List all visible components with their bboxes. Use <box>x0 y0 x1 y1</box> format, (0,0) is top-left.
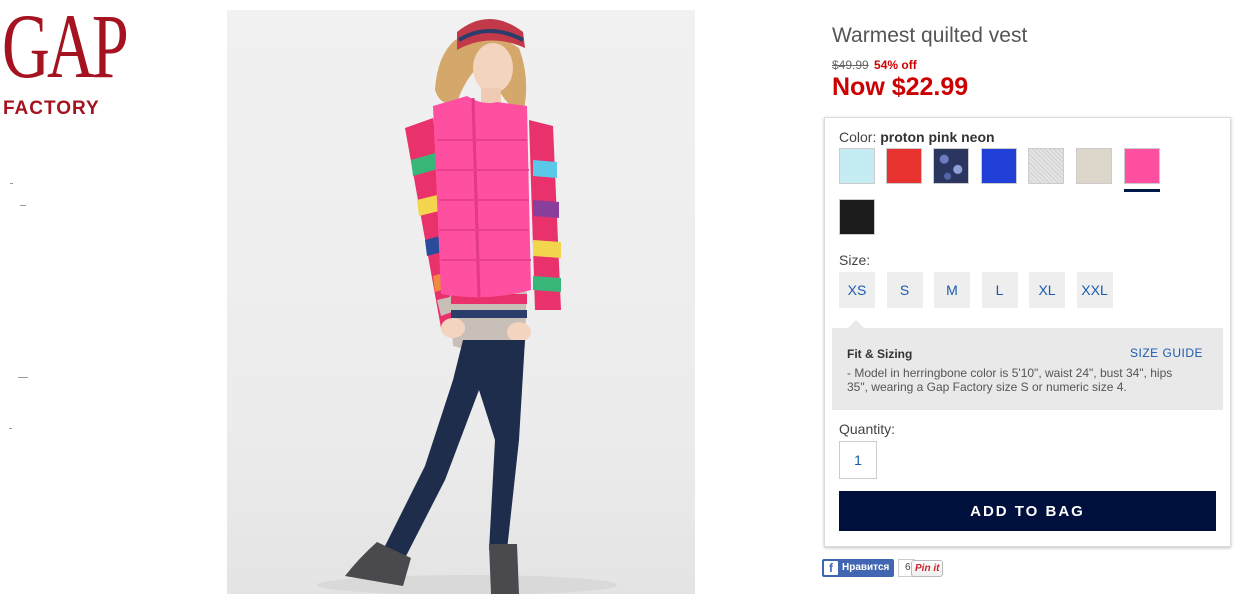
pin-it-button[interactable]: Pin it <box>911 560 944 577</box>
discount-badge: 54% off <box>874 58 917 72</box>
selected-color-name: proton pink neon <box>880 129 995 145</box>
product-image[interactable] <box>227 10 695 594</box>
product-options-panel: Color: proton pink neon Size: XS S M L XL XXL… <box>824 117 1231 547</box>
right-sleeve <box>529 120 561 310</box>
size-option-m[interactable]: M <box>934 272 970 308</box>
facebook-icon: f <box>824 561 838 575</box>
color-label: Color: proton pink neon <box>839 129 995 145</box>
add-to-bag-button[interactable]: ADD TO BAG <box>839 491 1216 531</box>
facebook-like-button[interactable]: f Нравится <box>822 559 895 577</box>
quantity-input[interactable] <box>839 441 877 479</box>
size-option-l[interactable]: L <box>981 272 1018 308</box>
size-label: Size: <box>839 252 871 268</box>
price-row: $49.99 54% off <box>832 58 917 72</box>
fit-sizing-title: Fit & Sizing <box>847 347 913 361</box>
fit-box-pointer <box>848 320 864 328</box>
color-swatch-light-blue[interactable] <box>839 148 875 184</box>
gap-factory-logo[interactable]: GAP FACTORY <box>2 0 129 120</box>
fit-sizing-text: - Model in herringbone color is 5'10", w… <box>847 366 1173 394</box>
quantity-label: Quantity: <box>839 421 896 437</box>
color-swatch-royal-blue[interactable] <box>981 148 1017 184</box>
logo-gap-text: GAP <box>2 0 129 97</box>
facebook-like-label: Нравится <box>842 562 890 573</box>
product-title: Warmest quilted vest <box>832 24 1028 47</box>
color-label-text: Color: <box>839 129 877 145</box>
color-swatch-light-grey[interactable] <box>1028 148 1064 184</box>
size-option-xl[interactable]: XL <box>1029 272 1065 308</box>
selected-swatch-indicator <box>1124 189 1160 192</box>
color-swatch-oatmeal[interactable] <box>1076 148 1112 184</box>
color-swatch-navy-floral[interactable] <box>933 148 969 184</box>
size-guide-link[interactable]: SIZE GUIDE <box>1130 346 1203 360</box>
color-swatch-red[interactable] <box>886 148 922 184</box>
size-option-xxl[interactable]: XXL <box>1076 272 1113 308</box>
color-swatch-black[interactable] <box>839 199 875 235</box>
size-option-xs[interactable]: XS <box>839 272 875 308</box>
logo-factory-text: FACTORY <box>3 98 100 119</box>
size-option-s[interactable]: S <box>886 272 923 308</box>
model-illustration <box>317 19 617 594</box>
original-price: $49.99 <box>832 58 869 72</box>
color-swatch-proton-pink-neon[interactable] <box>1124 148 1160 184</box>
sale-price: Now $22.99 <box>832 73 969 101</box>
fit-sizing-box: Fit & Sizing SIZE GUIDE - Model in herri… <box>832 320 1223 410</box>
